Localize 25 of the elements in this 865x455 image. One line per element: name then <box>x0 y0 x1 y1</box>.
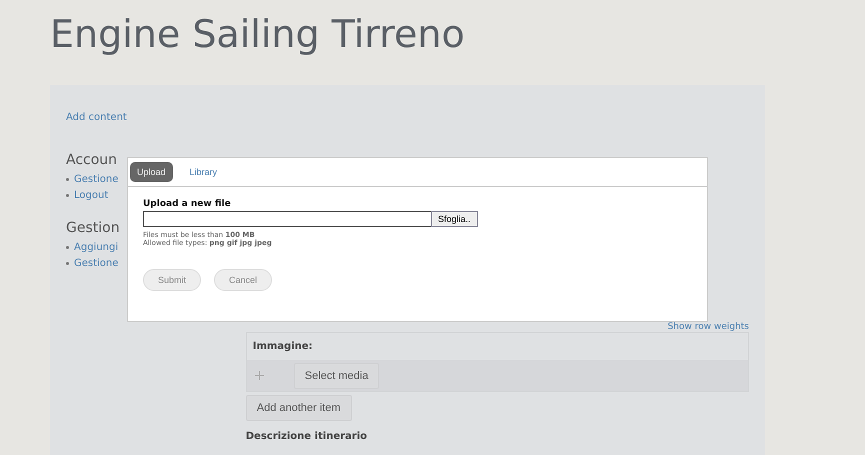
row-weights-link[interactable]: Show row weights <box>668 322 749 332</box>
bullet-icon <box>66 246 69 249</box>
sidebar-heading: Accoun <box>66 152 118 168</box>
add-content-link[interactable]: Add content <box>66 112 127 123</box>
dialog-tab[interactable]: Upload <box>130 162 173 182</box>
bullet-icon <box>66 178 69 181</box>
select-media-button[interactable]: Select media <box>294 362 380 388</box>
bullet-icon <box>66 262 69 265</box>
field-label: Descrizione itinerario <box>246 431 368 442</box>
dialog-tab[interactable]: Library <box>182 162 224 182</box>
bullet-icon <box>66 194 69 197</box>
add-item-button[interactable]: Add another item <box>246 395 352 421</box>
dialog-button[interactable]: Cancel <box>214 269 272 291</box>
file-input[interactable] <box>143 211 431 227</box>
sidebar-link[interactable]: Gestione <box>74 174 118 185</box>
sidebar-link[interactable]: Gestione <box>74 258 118 269</box>
upload-label: Upload a new file <box>143 199 232 209</box>
sidebar-heading: Gestion <box>66 220 120 236</box>
sidebar-link[interactable]: Logout <box>74 190 108 201</box>
sidebar-link[interactable]: Aggiungi <box>74 242 118 253</box>
site-title: Engine Sailing Tirreno <box>49 11 466 58</box>
dialog-button[interactable]: Submit <box>143 269 202 291</box>
field-label: Immagine: <box>252 340 314 354</box>
drag-handle-icon[interactable] <box>254 371 264 380</box>
browse-button[interactable]: Sfoglia.. <box>431 211 478 227</box>
